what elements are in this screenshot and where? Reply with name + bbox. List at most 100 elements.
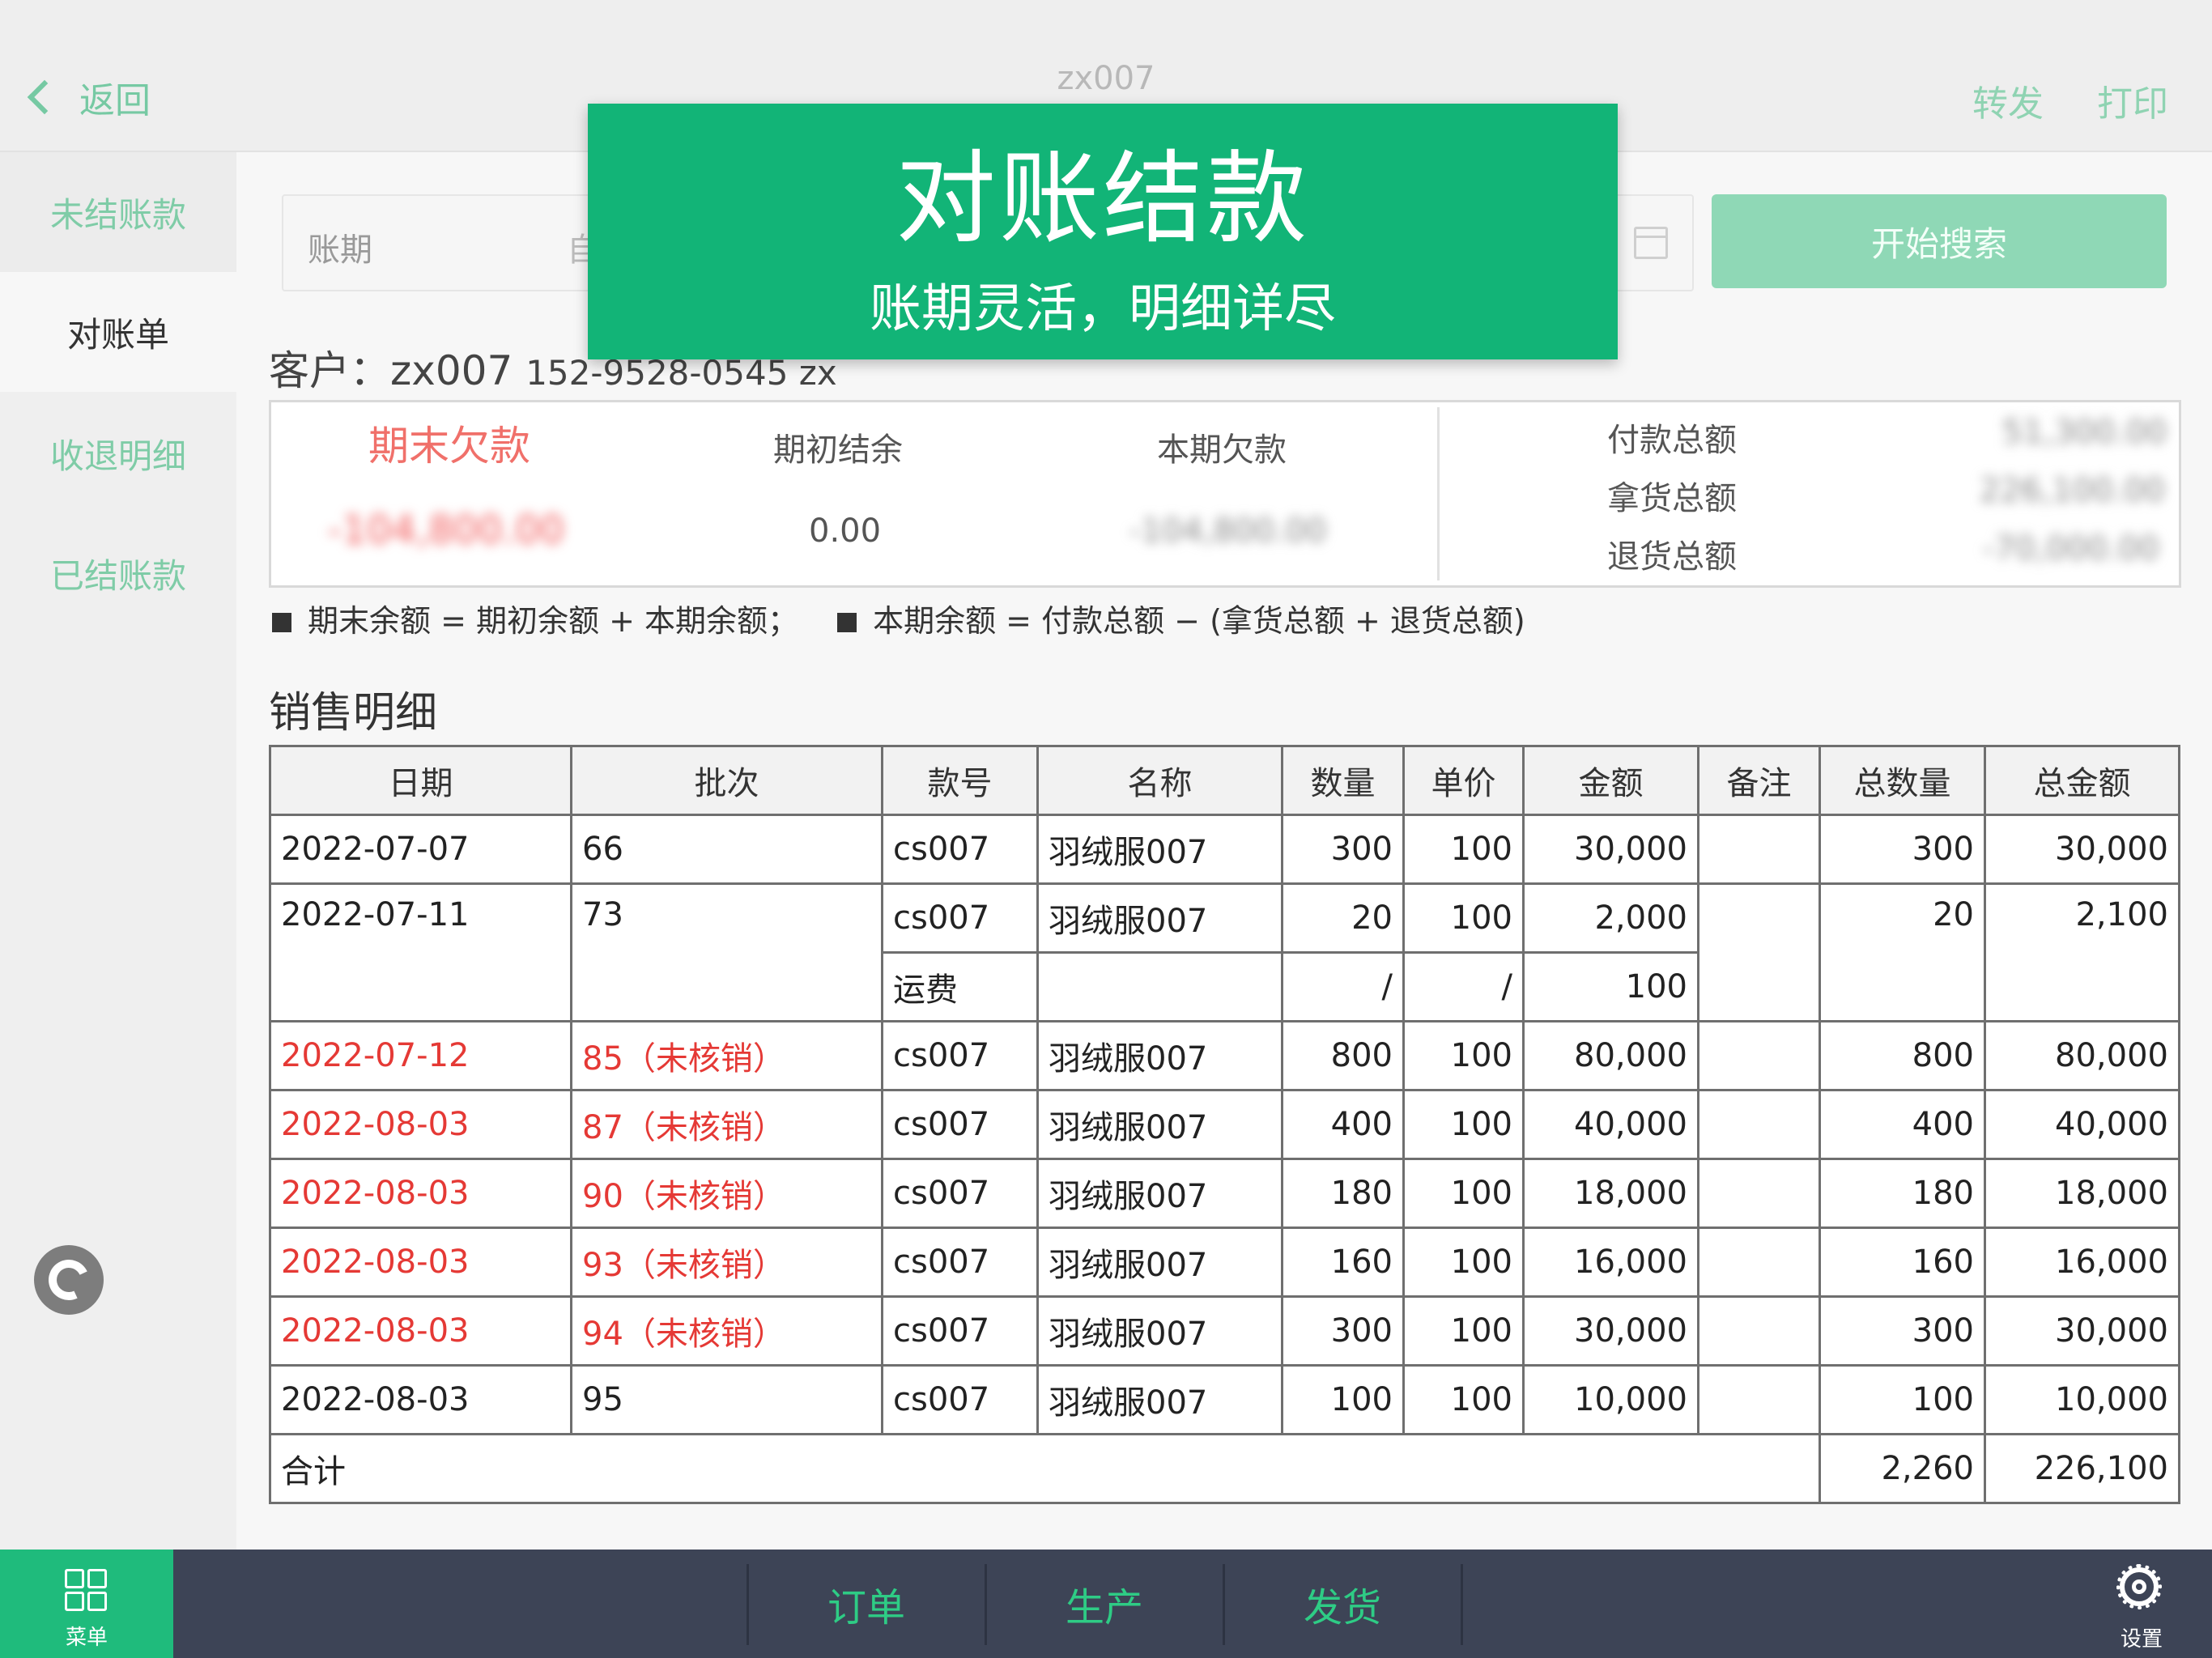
cell-name: 羽绒服007 (1036, 1295, 1283, 1367)
cell-total-amount: 40,000 (1984, 1089, 2180, 1160)
total-label: 合计 (269, 1433, 1821, 1504)
cell-date: 2022-08-03 (269, 1226, 572, 1298)
col-header-batch: 批次 (570, 745, 883, 816)
cell-price: 100 (1402, 1295, 1525, 1367)
cell-batch: 94（未核销） (570, 1295, 883, 1367)
cell-batch: 90（未核销） (570, 1158, 883, 1229)
table-row[interactable]: 2022-08-03 95 cs007 羽绒服007 100 100 10,00… (269, 1364, 2180, 1435)
cell-qty: 100 (1281, 1364, 1405, 1435)
account-summary: 期末欠款 -104,800.00 期初结余 0.00 本期欠款 -104,800… (269, 400, 2181, 588)
sidebar-item-label: 已结账款 (49, 555, 186, 596)
cell-code: cs007 (881, 814, 1039, 885)
col-header-total-qty: 总数量 (1819, 745, 1986, 816)
cell-price: 100 (1402, 1226, 1525, 1298)
table-row[interactable]: 2022-07-12 85（未核销） cs007 羽绒服007 800 100 … (269, 1020, 2180, 1091)
cell-total-qty: 300 (1819, 814, 1986, 885)
closing-debt-label: 期末欠款 (368, 423, 530, 470)
cell-name (1036, 951, 1283, 1022)
cell-qty: 800 (1281, 1020, 1405, 1091)
cell-amount: 18,000 (1522, 1158, 1699, 1229)
cell-amount: 80,000 (1522, 1020, 1699, 1091)
cell-note (1697, 1364, 1821, 1435)
cell-total-qty: 800 (1819, 1020, 1986, 1091)
cell-amount: 30,000 (1522, 1295, 1699, 1367)
tab-production[interactable]: 生产 (986, 1550, 1223, 1658)
table-row[interactable]: 2022-08-03 90（未核销） cs007 羽绒服007 180 100 … (269, 1158, 2180, 1229)
sidebar-item-receipts[interactable]: 收退明细 (0, 393, 236, 513)
cell-code: cs007 (881, 1364, 1039, 1435)
cell-code: cs007 (881, 1295, 1039, 1367)
cell-batch: 73 (570, 882, 883, 1022)
sales-detail-title: 销售明细 (269, 689, 438, 738)
cell-date: 2022-08-03 (269, 1089, 572, 1160)
cell-amount: 30,000 (1522, 814, 1699, 885)
floating-assist-button[interactable] (34, 1245, 104, 1315)
return-total-label: 退货总额 (1607, 538, 1737, 576)
cell-price: 100 (1402, 1364, 1525, 1435)
gear-icon-body (2120, 1567, 2159, 1606)
table-row[interactable]: 2022-08-03 94（未核销） cs007 羽绒服007 300 100 … (269, 1295, 2180, 1367)
cell-date: 2022-07-11 (269, 882, 572, 1022)
col-header-total-amount: 总金额 (1984, 745, 2180, 816)
sidebar-item-unsettled[interactable]: 未结账款 (0, 152, 236, 272)
cell-name: 羽绒服007 (1036, 1020, 1283, 1091)
page-title: zx007 (1057, 60, 1155, 97)
cell-total-amount: 16,000 (1984, 1226, 2180, 1298)
cell-price: 100 (1402, 814, 1525, 885)
table-row[interactable]: 2022-07-07 66 cs007 羽绒服007 300 100 30,00… (269, 814, 2180, 885)
formula-part-2: 本期余额 = 付款总额 − (拿货总额 + 退货总额) (873, 603, 1525, 639)
start-search-button[interactable]: 开始搜索 (1712, 194, 2167, 288)
menu-label: 菜单 (65, 1626, 108, 1650)
bullet-square-icon (272, 613, 291, 632)
tab-orders[interactable]: 订单 (748, 1550, 985, 1658)
cell-code: cs007 (881, 1158, 1039, 1229)
sidebar-item-settled[interactable]: 已结账款 (0, 513, 236, 633)
forward-button[interactable]: 转发 (1972, 74, 2044, 126)
balance-formula: 期末余额 = 期初余额 + 本期余额； 本期余额 = 付款总额 − (拿货总额 … (272, 596, 1525, 640)
cell-date: 2022-07-12 (269, 1020, 572, 1091)
sidebar-item-statement[interactable]: 对账单 (0, 272, 236, 392)
sidebar-item-label: 收退明细 (49, 436, 186, 476)
payment-total-label: 付款总额 (1607, 422, 1737, 459)
cell-total-amount: 18,000 (1984, 1158, 2180, 1229)
col-header-date: 日期 (269, 745, 572, 816)
print-button[interactable]: 打印 (2097, 74, 2168, 126)
cell-date: 2022-08-03 (269, 1158, 572, 1229)
cell-note (1697, 1226, 1821, 1298)
calendar-icon[interactable] (1634, 227, 1668, 259)
banner-subtitle: 账期灵活，明细详尽 (870, 279, 1336, 339)
cell-total-qty: 160 (1819, 1226, 1986, 1298)
opening-balance-value: 0.00 (809, 512, 882, 550)
cell-amount: 100 (1522, 951, 1699, 1022)
cell-code: cs007 (881, 1226, 1039, 1298)
cell-name: 羽绒服007 (1036, 1089, 1283, 1160)
cell-note (1697, 1295, 1821, 1367)
total-qty: 2,260 (1819, 1433, 1986, 1504)
cell-code: cs007 (881, 1020, 1039, 1091)
cell-amount: 40,000 (1522, 1089, 1699, 1160)
cell-name: 羽绒服007 (1036, 882, 1283, 954)
tab-shipping[interactable]: 发货 (1224, 1550, 1461, 1658)
cell-price: 100 (1402, 882, 1525, 954)
closing-debt-value: -104,800.00 (328, 508, 565, 553)
formula-part-1: 期末余额 = 期初余额 + 本期余额； (308, 603, 798, 639)
cell-qty: 300 (1281, 1295, 1405, 1367)
period-debt-value: -104,800.00 (1129, 512, 1327, 550)
nav-divider (1461, 1564, 1463, 1645)
cell-date: 2022-08-03 (269, 1295, 572, 1367)
cell-total-qty: 300 (1819, 1295, 1986, 1367)
cell-note (1697, 1158, 1821, 1229)
menu-button[interactable]: 菜单 (0, 1550, 173, 1658)
bullet-square-icon (837, 613, 857, 632)
table-row[interactable]: 2022-07-11 73 cs007 羽绒服007 20 100 2,000 … (269, 882, 2180, 1022)
period-debt-label: 本期欠款 (1157, 432, 1287, 469)
table-row[interactable]: 2022-08-03 87（未核销） cs007 羽绒服007 400 100 … (269, 1089, 2180, 1160)
cell-note (1697, 1089, 1821, 1160)
settings-label: 设置 (2120, 1627, 2163, 1652)
table-row[interactable]: 2022-08-03 93（未核销） cs007 羽绒服007 160 100 … (269, 1226, 2180, 1298)
cell-name: 羽绒服007 (1036, 1364, 1283, 1435)
table-header-row: 日期 批次 款号 名称 数量 单价 金额 备注 总数量 总金额 (269, 745, 2180, 816)
cell-total-amount: 30,000 (1984, 814, 2180, 885)
sales-detail-table: 日期 批次 款号 名称 数量 单价 金额 备注 总数量 总金额 2022-07-… (269, 745, 2180, 1504)
settings-button[interactable]: 设置 (2097, 1558, 2186, 1655)
